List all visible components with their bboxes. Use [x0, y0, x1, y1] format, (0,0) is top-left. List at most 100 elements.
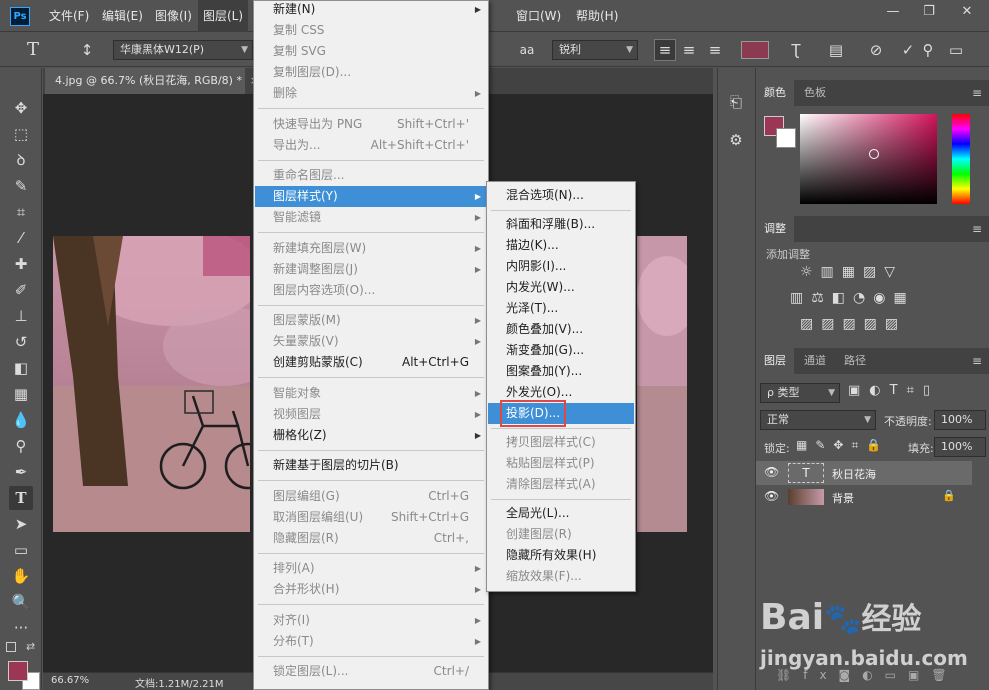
- menu-item[interactable]: 内发光(W)...: [488, 277, 634, 298]
- opacity-input[interactable]: 100%: [934, 410, 986, 430]
- menu-item[interactable]: 颜色叠加(V)...: [488, 319, 634, 340]
- layer-name[interactable]: 背景: [832, 490, 854, 506]
- blend-mode-select[interactable]: 正常 ▼: [760, 410, 876, 430]
- panel-menu-icon[interactable]: ≡: [972, 222, 982, 236]
- quick-select-tool-icon[interactable]: ✎: [9, 174, 33, 198]
- lasso-tool-icon[interactable]: ꝺ: [9, 148, 33, 172]
- search-icon[interactable]: ⚲: [918, 40, 938, 60]
- text-orientation-icon[interactable]: ↕: [76, 40, 98, 60]
- layer-row-background[interactable]: 👁 背景 🔒: [756, 485, 972, 509]
- hand-tool-icon[interactable]: ✋: [9, 564, 33, 588]
- hue-slider[interactable]: [952, 114, 970, 204]
- tab-color[interactable]: 颜色: [756, 80, 794, 106]
- menu-item[interactable]: 图案叠加(Y)...: [488, 361, 634, 382]
- path-select-tool-icon[interactable]: ➤: [9, 512, 33, 536]
- history-brush-tool-icon[interactable]: ↺: [9, 330, 33, 354]
- tab-swatches[interactable]: 色板: [796, 80, 834, 106]
- workspace-icon[interactable]: ▭: [946, 40, 966, 60]
- tab-adjustments[interactable]: 调整: [756, 216, 794, 242]
- layers-footer-icons[interactable]: ⛓fx◙◐▭▣🗑: [776, 668, 959, 682]
- menu-item[interactable]: 隐藏所有效果(H): [488, 545, 634, 566]
- eraser-tool-icon[interactable]: ◧: [9, 356, 33, 380]
- menu-item[interactable]: 混合选项(N)...: [488, 185, 634, 206]
- marquee-tool-icon[interactable]: ⬚: [9, 122, 33, 146]
- properties-panel-icon[interactable]: ⚙: [726, 130, 746, 150]
- menu-item[interactable]: 栅格化(Z) ▶: [255, 425, 487, 446]
- panel-menu-icon[interactable]: ≡: [972, 86, 982, 100]
- layer-row-text[interactable]: 👁 T 秋日花海: [756, 461, 972, 485]
- layer-name[interactable]: 秋日花海: [832, 466, 876, 482]
- adjustment-icons-row-2[interactable]: ▥⚖◧◔◉▦: [790, 290, 915, 306]
- menu-item[interactable]: 全局光(L)...: [488, 503, 634, 524]
- healing-brush-tool-icon[interactable]: ✚: [9, 252, 33, 276]
- default-colors-icon[interactable]: [6, 642, 16, 652]
- adjustment-icons-row-1[interactable]: ☼▥▦▨▽: [800, 264, 903, 280]
- foreground-color-swatch[interactable]: [8, 661, 28, 681]
- zoom-tool-icon[interactable]: 🔍: [9, 590, 33, 614]
- align-center-icon[interactable]: ≡: [680, 40, 698, 60]
- align-right-icon[interactable]: ≡: [706, 40, 724, 60]
- gradient-tool-icon[interactable]: ▦: [9, 382, 33, 406]
- eyedropper-tool-icon[interactable]: ⁄: [9, 226, 33, 250]
- more-tools-icon[interactable]: ···: [9, 616, 33, 640]
- commit-icon[interactable]: ✓: [898, 40, 918, 60]
- menu-item[interactable]: 图层样式(Y) ▶: [255, 186, 487, 207]
- menu-item[interactable]: 投影(D)...: [488, 400, 634, 427]
- brush-tool-icon[interactable]: ✐: [9, 278, 33, 302]
- menu-file[interactable]: 文件(F): [44, 0, 94, 32]
- tab-layers[interactable]: 图层: [756, 348, 794, 374]
- menu-image[interactable]: 图像(I): [150, 0, 197, 32]
- color-picker-field[interactable]: [800, 114, 937, 204]
- menu-window[interactable]: 窗口(W): [511, 0, 566, 32]
- color-panel-bg-swatch[interactable]: [776, 128, 796, 148]
- zoom-level[interactable]: 66.67%: [51, 675, 89, 686]
- warp-text-icon[interactable]: Ʈ: [786, 40, 806, 60]
- move-tool-icon[interactable]: ✥: [9, 96, 33, 120]
- menu-item[interactable]: 创建剪贴蒙版(C) Alt+Ctrl+G: [255, 352, 487, 373]
- layer-filter-icons[interactable]: ▣◐T⌗▯: [848, 383, 939, 398]
- lock-icons[interactable]: ▦✎✥⌗🔒: [796, 438, 889, 453]
- blur-tool-icon[interactable]: 💧: [9, 408, 33, 432]
- eye-icon[interactable]: 👁: [764, 489, 779, 503]
- swap-colors-icon[interactable]: ⇄: [26, 640, 35, 653]
- menu-edit[interactable]: 编辑(E): [97, 0, 148, 32]
- submenu-arrow-icon: ▶: [474, 430, 481, 440]
- menu-item[interactable]: 新建(N) ▶: [255, 0, 487, 20]
- panel-menu-icon[interactable]: ≡: [972, 354, 982, 368]
- text-tool-preset-icon[interactable]: T: [22, 40, 44, 60]
- color-picker-cursor[interactable]: [869, 149, 879, 159]
- stamp-tool-icon[interactable]: ⊥: [9, 304, 33, 328]
- close-window-button[interactable]: ✕: [950, 3, 984, 21]
- cancel-icon[interactable]: ⊘: [866, 40, 886, 60]
- menu-help[interactable]: 帮助(H): [571, 0, 623, 32]
- menu-item[interactable]: 新建基于图层的切片(B): [255, 455, 487, 476]
- character-panel-icon[interactable]: ▤: [826, 40, 846, 60]
- layer-filter-select[interactable]: ρ 类型 ▼: [760, 383, 840, 403]
- menu-item[interactable]: 外发光(O)...: [488, 382, 634, 403]
- menu-item[interactable]: 内阴影(I)...: [488, 256, 634, 277]
- eye-icon[interactable]: 👁: [764, 465, 779, 479]
- submenu-arrow-icon: ▶: [474, 585, 481, 594]
- menu-item-label: 排列(A): [273, 561, 315, 575]
- type-tool-icon[interactable]: T: [9, 486, 33, 510]
- menu-item[interactable]: 斜面和浮雕(B)...: [488, 214, 634, 235]
- pen-tool-icon[interactable]: ✒: [9, 460, 33, 484]
- menu-item[interactable]: 渐变叠加(G)...: [488, 340, 634, 361]
- restore-button[interactable]: ❐: [912, 3, 946, 21]
- history-panel-icon[interactable]: ⎗: [726, 92, 746, 112]
- document-tab[interactable]: 4.jpg @ 66.7% (秋日花海, RGB/8) * ×: [45, 68, 259, 94]
- crop-tool-icon[interactable]: ⌗: [9, 200, 33, 224]
- adjustment-icons-row-3[interactable]: ▨▨▨▨▨: [800, 316, 906, 332]
- rectangle-tool-icon[interactable]: ▭: [9, 538, 33, 562]
- tab-paths[interactable]: 路径: [836, 348, 874, 374]
- menu-layer[interactable]: 图层(L): [198, 0, 249, 32]
- antialias-select[interactable]: 锐利 ▼: [552, 40, 638, 60]
- text-color-swatch[interactable]: [741, 41, 769, 59]
- font-family-select[interactable]: 华康黑体W12(P) ▼: [113, 40, 253, 60]
- tab-channels[interactable]: 通道: [796, 348, 834, 374]
- fill-input[interactable]: 100%: [934, 437, 986, 457]
- minimize-button[interactable]: —: [876, 3, 910, 21]
- dodge-tool-icon[interactable]: ⚲: [9, 434, 33, 458]
- menu-item[interactable]: 描边(K)...: [488, 235, 634, 256]
- menu-item[interactable]: 光泽(T)...: [488, 298, 634, 319]
